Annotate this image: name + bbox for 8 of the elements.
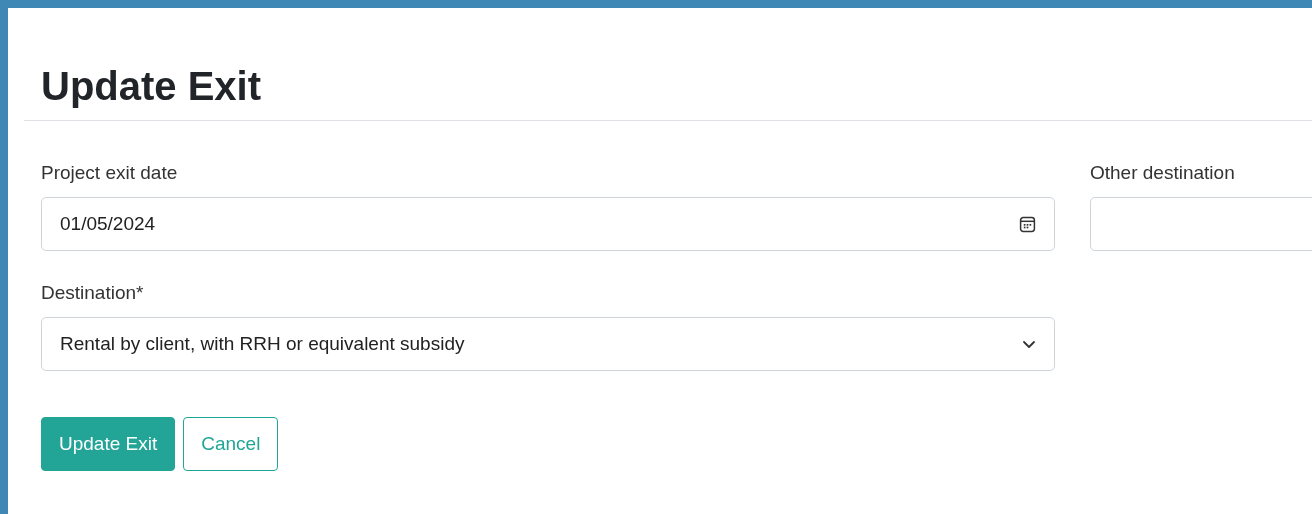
calendar-icon[interactable]	[1019, 215, 1036, 233]
field-label: Project exit date	[41, 161, 179, 185]
field-label: Other destination	[1090, 161, 1236, 185]
date-field[interactable]: 01/05/2024	[41, 197, 1055, 251]
destination-select[interactable]: Rental by client, with RRH or equivalent subsidy	[41, 317, 1055, 371]
field-label: Destination*	[41, 281, 145, 305]
chevron-down-icon	[1022, 339, 1036, 349]
page-title: Update Exit	[41, 63, 263, 110]
